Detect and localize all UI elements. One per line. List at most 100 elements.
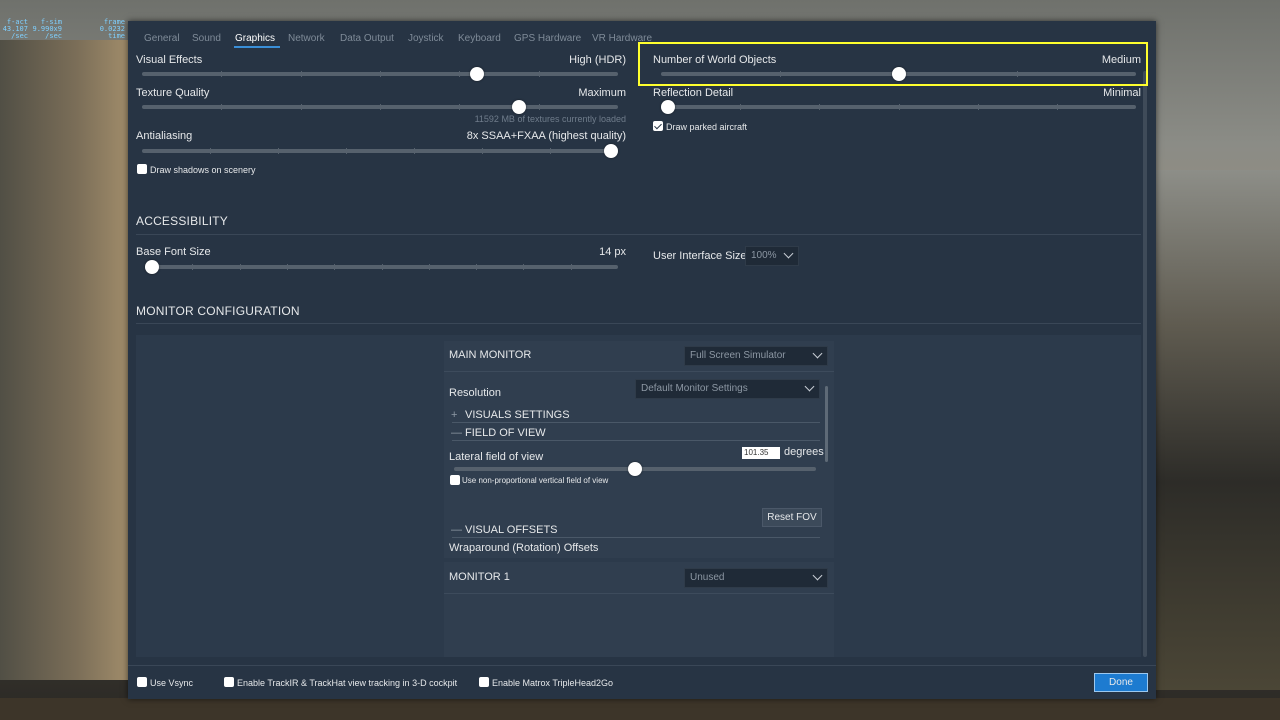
chevron-down-icon	[812, 570, 823, 581]
lateral-fov-input[interactable]: 101.35	[742, 447, 780, 459]
slider-tick	[538, 71, 540, 77]
slider-tick	[538, 104, 540, 110]
slider-tick	[192, 264, 194, 270]
base-font-size-slider[interactable]	[145, 260, 618, 274]
draw-parked-aircraft-checkbox[interactable]	[653, 121, 663, 131]
main-monitor-mode-value: Full Screen Simulator	[690, 350, 786, 361]
chevron-down-icon	[804, 381, 815, 392]
slider-tick	[286, 264, 288, 270]
resolution-dropdown[interactable]: Default Monitor Settings	[635, 379, 820, 399]
card-divider	[444, 371, 834, 372]
settings-dialog: General Sound Graphics Network Data Outp…	[128, 21, 1156, 699]
reflection-detail-slider[interactable]	[661, 100, 1136, 114]
slider-thumb[interactable]	[891, 67, 906, 81]
slider-thumb[interactable]	[511, 100, 526, 114]
ui-size-label: User Interface Size	[653, 250, 747, 262]
visual-effects-slider[interactable]	[142, 67, 618, 81]
hud-text: time	[108, 32, 125, 40]
tab-gps-hardware[interactable]: GPS Hardware	[514, 33, 581, 44]
tab-data-output[interactable]: Data Output	[340, 33, 394, 44]
monitor-1-mode-dropdown[interactable]: Unused	[684, 568, 828, 588]
dialog-scrollbar[interactable]	[1143, 71, 1147, 657]
lateral-fov-unit: degrees	[784, 446, 824, 458]
texture-quality-slider[interactable]	[142, 100, 618, 114]
visual-effects-label: Visual Effects	[136, 54, 203, 66]
main-monitor-card: MAIN MONITOR Full Screen Simulator Resol…	[444, 341, 834, 558]
main-monitor-scrollbar[interactable]	[825, 386, 828, 462]
slider-thumb[interactable]	[628, 462, 642, 476]
minus-icon: —	[451, 524, 462, 536]
field-of-view-label: FIELD OF VIEW	[465, 427, 546, 439]
use-vsync-label: Use Vsync	[150, 678, 194, 688]
slider-tick	[221, 71, 223, 77]
slider-tick	[570, 264, 572, 270]
done-button[interactable]: Done	[1094, 673, 1148, 692]
slider-tick	[221, 104, 223, 110]
field-of-view-expander[interactable]: — FIELD OF VIEW	[451, 427, 546, 439]
section-divider	[136, 323, 1141, 324]
tab-joystick[interactable]: Joystick	[408, 33, 444, 44]
slider-tick	[819, 104, 821, 110]
slider-thumb[interactable]	[145, 260, 159, 274]
slider-tick	[779, 71, 781, 77]
texture-quality-label: Texture Quality	[136, 87, 210, 99]
active-tab-indicator	[234, 46, 280, 48]
antialiasing-slider[interactable]	[142, 144, 618, 158]
background-right-cockpit	[1155, 170, 1280, 690]
section-divider	[136, 234, 1141, 235]
tab-keyboard[interactable]: Keyboard	[458, 33, 501, 44]
use-vsync-checkbox[interactable]	[137, 677, 147, 687]
tab-network[interactable]: Network	[288, 33, 325, 44]
slider-tick	[459, 71, 461, 77]
slider-track	[142, 71, 618, 77]
draw-parked-aircraft-label: Draw parked aircraft	[666, 122, 748, 132]
visuals-settings-label: VISUALS SETTINGS	[465, 409, 570, 421]
tab-sound[interactable]: Sound	[192, 33, 221, 44]
tab-vr-hardware[interactable]: VR Hardware	[592, 33, 652, 44]
slider-tick	[346, 148, 347, 154]
wraparound-clip: Wraparound (Rotation) Offsets	[444, 539, 834, 558]
non-proportional-fov-checkbox[interactable]	[450, 475, 460, 485]
base-font-size-value: 14 px	[599, 246, 626, 258]
base-font-size-label: Base Font Size	[136, 246, 211, 258]
wraparound-offsets-label: Wraparound (Rotation) Offsets	[449, 542, 599, 554]
trackir-checkbox[interactable]	[224, 677, 234, 687]
slider-thumb[interactable]	[661, 100, 675, 114]
ui-size-dropdown[interactable]: 100%	[745, 246, 799, 266]
visual-offsets-expander[interactable]: — VISUAL OFFSETS	[451, 524, 558, 536]
slider-tick	[476, 264, 478, 270]
tab-general[interactable]: General	[144, 33, 180, 44]
chevron-down-icon	[783, 248, 794, 259]
reflection-detail-label: Reflection Detail	[653, 87, 734, 99]
slider-tick	[482, 148, 483, 154]
slider-tick	[239, 264, 241, 270]
world-objects-slider[interactable]	[661, 67, 1136, 81]
texture-memory-note: 11592 MB of textures currently loaded	[474, 114, 626, 124]
slider-tick	[523, 264, 525, 270]
matrox-checkbox[interactable]	[479, 677, 489, 687]
matrox-label: Enable Matrox TripleHead2Go	[492, 678, 614, 688]
visual-effects-value: High (HDR)	[569, 54, 626, 66]
slider-tick	[414, 148, 415, 154]
settings-tab-bar: General Sound Graphics Network Data Outp…	[128, 21, 1156, 49]
slider-thumb[interactable]	[470, 67, 485, 81]
background-left-terrain	[0, 40, 128, 680]
slider-tick	[459, 104, 461, 110]
antialiasing-value: 8x SSAA+FXAA (highest quality)	[466, 130, 626, 142]
hud-text: /sec	[45, 32, 62, 40]
draw-shadows-checkbox[interactable]	[137, 164, 147, 174]
reset-fov-button[interactable]: Reset FOV	[762, 508, 822, 527]
slider-track	[145, 264, 618, 270]
slider-tick	[1017, 71, 1019, 77]
card-divider	[444, 593, 834, 594]
tab-graphics[interactable]: Graphics	[235, 33, 275, 44]
slider-track	[142, 148, 618, 154]
accessibility-heading: ACCESSIBILITY	[136, 214, 228, 228]
main-monitor-mode-dropdown[interactable]: Full Screen Simulator	[684, 346, 828, 366]
expander-divider	[452, 440, 820, 441]
slider-tick	[898, 104, 900, 110]
slider-tick	[1056, 104, 1058, 110]
lateral-fov-slider[interactable]	[454, 462, 816, 476]
slider-thumb[interactable]	[604, 144, 618, 158]
visuals-settings-expander[interactable]: + VISUALS SETTINGS	[451, 409, 570, 421]
